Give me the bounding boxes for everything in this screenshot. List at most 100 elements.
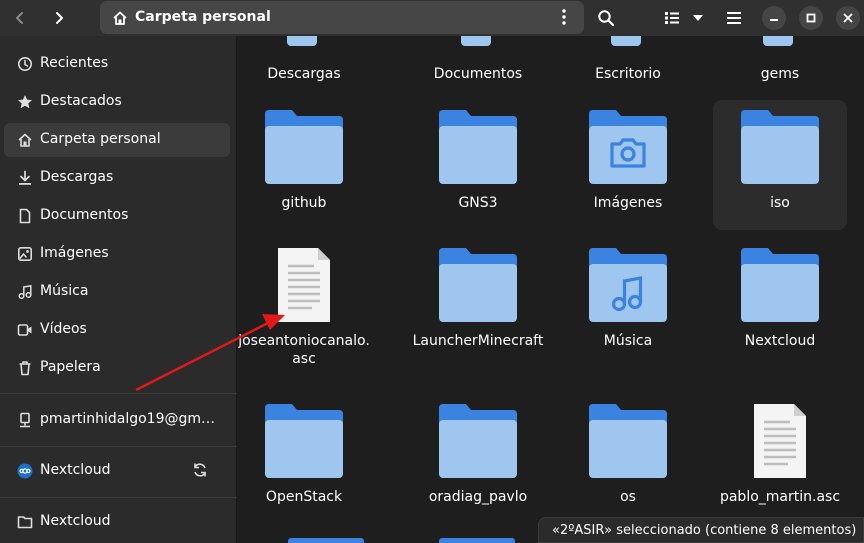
sidebar-separator (0, 497, 237, 498)
sidebar-separator (0, 393, 237, 394)
file-name: Escritorio (595, 66, 661, 82)
sidebar-item-label: Papelera (40, 359, 101, 375)
file-name: os (620, 489, 636, 505)
folder-icon (589, 404, 667, 478)
file-name: gems (760, 66, 800, 82)
file-name: Descargas (267, 66, 341, 82)
close-button[interactable] (836, 6, 860, 30)
file-name: pablo_martin.asc (719, 489, 841, 505)
chevron-left-icon (16, 12, 23, 24)
sidebar-item-imagenes[interactable]: Imágenes (4, 237, 230, 271)
file-item-partial[interactable]: gems (713, 36, 847, 86)
folder-item[interactable]: GNS3 (411, 100, 545, 230)
sidebar-item-destacados[interactable]: Destacados (4, 85, 230, 119)
file-item-partial[interactable]: Escritorio (561, 36, 695, 86)
main-menu-button[interactable] (718, 0, 750, 36)
chevron-down-icon (693, 15, 703, 21)
folder-item[interactable]: OpenStack (237, 394, 371, 524)
minimize-icon (770, 19, 778, 21)
file-name: GNS3 (458, 195, 498, 211)
view-options-button[interactable] (684, 0, 712, 36)
back-button[interactable] (4, 0, 36, 36)
image-icon (17, 246, 32, 261)
folder-icon (439, 110, 517, 184)
file-name: oradiag_pavlo (428, 489, 528, 505)
folder-icon (287, 36, 317, 46)
sidebar-item-videos[interactable]: Vídeos (4, 313, 230, 347)
more-options-icon[interactable] (556, 8, 572, 26)
sidebar-separator (0, 446, 237, 447)
close-icon (843, 13, 853, 23)
sidebar-item-label: Vídeos (40, 321, 87, 337)
sidebar-item-label: Música (40, 283, 89, 299)
list-view-icon (665, 12, 679, 24)
folder-music-icon (589, 248, 667, 322)
folder-item[interactable]: Imágenes (561, 100, 695, 230)
file-name: github (281, 195, 327, 211)
file-name: Imágenes (593, 195, 663, 211)
sidebar-item-musica[interactable]: Música (4, 275, 230, 309)
sync-icon[interactable] (192, 462, 208, 478)
maximize-button[interactable] (799, 6, 823, 30)
sidebar-item-label: Documentos (40, 207, 129, 223)
sidebar-item-documentos[interactable]: Documentos (4, 199, 230, 233)
folder-pictures-icon (589, 110, 667, 184)
location-bar[interactable]: Carpeta personal (100, 1, 584, 34)
sidebar-item-label: Recientes (40, 55, 109, 71)
folder-icon (17, 516, 33, 529)
selection-status: «2ºASIR» seleccionado (contiene 8 elemen… (538, 517, 864, 543)
sidebar-item-label: pmartinhidalgo19@gma… (40, 411, 218, 427)
text-file-icon (278, 248, 330, 322)
file-item-partial[interactable]: Descargas (237, 36, 371, 86)
sidebar-item-label: Carpeta personal (40, 131, 161, 147)
star-icon (18, 95, 32, 109)
folder-item[interactable]: Música (561, 238, 695, 368)
sidebar-item-label: Nextcloud (40, 513, 111, 529)
location-title: Carpeta personal (135, 9, 271, 25)
hamburger-menu-icon (727, 12, 741, 24)
sidebar-item-recientes[interactable]: Recientes (4, 47, 230, 81)
file-item[interactable]: pablo_martin.asc (713, 394, 847, 524)
file-name: Documentos (433, 66, 523, 82)
header-bar: Carpeta personal (0, 0, 864, 36)
file-name: Música (603, 333, 653, 349)
folder-item-selected[interactable]: iso (713, 100, 847, 230)
folder-icon (741, 248, 819, 322)
sidebar-item-carpeta-personal[interactable]: Carpeta personal (4, 123, 230, 157)
folder-item[interactable]: github (237, 100, 371, 230)
video-icon (17, 324, 32, 336)
file-item-partial[interactable]: Documentos (411, 36, 545, 86)
sidebar-item-online-account[interactable]: pmartinhidalgo19@gma… (4, 403, 230, 437)
folder-item[interactable]: oradiag_pavlo (411, 394, 545, 524)
file-name: Nextcloud (744, 333, 816, 349)
text-file-icon (754, 404, 806, 478)
maximize-icon (806, 13, 816, 23)
network-drive-icon (20, 412, 30, 428)
folder-icon (741, 110, 819, 184)
folder-icon (763, 36, 793, 46)
sidebar-item-nextcloud-folder[interactable]: Nextcloud (4, 505, 230, 539)
folder-icon (439, 404, 517, 478)
folder-item[interactable]: os (561, 394, 695, 524)
folder-item[interactable]: LauncherMinecraft (411, 238, 545, 368)
sidebar-item-descargas[interactable]: Descargas (4, 161, 230, 195)
folder-icon (288, 538, 364, 543)
minimize-button[interactable] (762, 6, 786, 30)
folder-icon (611, 36, 641, 46)
file-name: iso (770, 195, 790, 211)
forward-button[interactable] (43, 0, 75, 36)
search-icon (598, 10, 615, 27)
clock-icon (18, 57, 32, 71)
folder-icon (265, 110, 343, 184)
sidebar-item-nextcloud-sync[interactable]: Nextcloud (4, 454, 230, 488)
folder-icon (439, 248, 517, 322)
trash-icon (19, 361, 31, 376)
file-name: LauncherMinecraft (412, 333, 544, 349)
folder-icon (439, 538, 515, 543)
file-item[interactable]: joseantoniocanalo.asc (237, 238, 371, 368)
chevron-right-icon (56, 12, 63, 24)
search-button[interactable] (590, 0, 622, 36)
sidebar-item-papelera[interactable]: Papelera (4, 351, 230, 385)
folder-item[interactable]: Nextcloud (713, 238, 847, 368)
sidebar: Recientes Destacados Carpeta personal De… (0, 36, 237, 543)
